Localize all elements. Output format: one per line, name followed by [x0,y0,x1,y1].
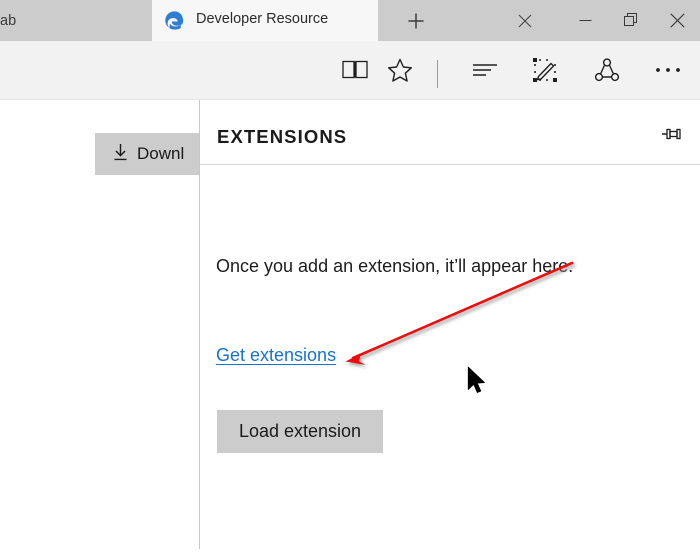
extensions-panel: EXTENSIONS Once you add an extension, it… [199,100,700,549]
hub-icon[interactable] [468,53,502,87]
share-icon[interactable] [590,53,624,87]
tab-close-icon[interactable] [515,11,535,31]
restore-button[interactable] [608,0,654,41]
empty-state-message: Once you add an extension, it’ll appear … [216,256,574,276]
tab-strip: ab Developer Resource [0,0,700,41]
new-tab-button[interactable] [404,10,428,32]
favorites-star-icon[interactable] [383,53,417,87]
window-controls [562,0,700,41]
page-content-area: Downl [0,100,199,549]
get-extensions-link[interactable]: Get extensions [216,345,336,366]
tab-previous[interactable]: ab [0,0,152,41]
minimize-button[interactable] [562,0,608,41]
web-note-icon[interactable] [528,53,562,87]
extensions-panel-body: Once you add an extension, it’ll appear … [200,165,700,549]
load-extension-button[interactable]: Load extension [217,410,383,453]
toolbar-divider [437,60,438,88]
page-title: EXTENSIONS [217,126,348,147]
pin-icon[interactable] [658,122,686,146]
download-button-label: Downl [137,144,185,163]
edge-browser-window: ab Developer Resource Downl EXTENSIONS O… [0,0,700,549]
tab-developer-resource[interactable]: Developer Resource [152,0,532,41]
edge-logo-icon [163,9,186,32]
download-arrow-icon [113,143,128,166]
tab-developer-resource-label: Developer Resource [196,11,329,27]
download-button[interactable]: Downl [95,133,199,175]
extensions-panel-header: EXTENSIONS [200,100,700,165]
tab-previous-label: ab [0,12,17,29]
close-button[interactable] [654,0,700,41]
browser-toolbar [0,41,700,100]
reading-view-icon[interactable] [338,53,372,87]
more-actions-icon[interactable] [651,53,685,87]
